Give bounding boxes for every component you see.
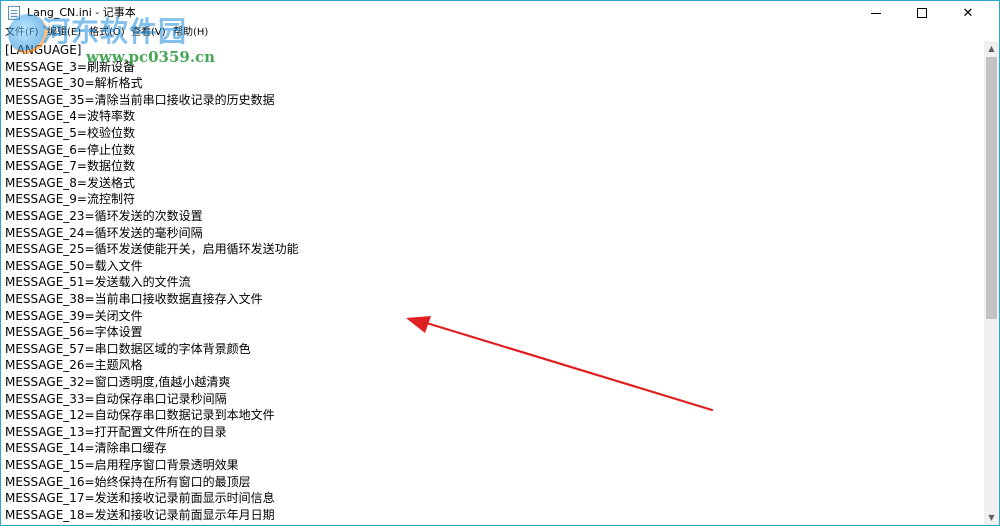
vertical-scrollbar[interactable]: ▲ ▼ (984, 41, 999, 525)
text-line[interactable]: MESSAGE_8=发送格式 (5, 175, 135, 192)
text-line[interactable]: MESSAGE_23=循环发送的次数设置 (5, 208, 203, 225)
text-line[interactable]: MESSAGE_12=自动保存串口数据记录到本地文件 (5, 407, 275, 424)
scrollbar-thumb[interactable] (986, 57, 997, 319)
text-line[interactable]: MESSAGE_32=窗口透明度,值越小越清爽 (5, 374, 230, 391)
text-line[interactable]: MESSAGE_5=校验位数 (5, 125, 135, 142)
menu-view[interactable]: 查看(V) (131, 26, 166, 40)
text-line[interactable]: MESSAGE_14=清除串口缓存 (5, 440, 167, 457)
text-line[interactable]: MESSAGE_57=串口数据区域的字体背景颜色 (5, 341, 251, 358)
close-icon: ✕ (962, 5, 974, 21)
menu-edit[interactable]: 编辑(E) (47, 26, 81, 40)
menu-bar: 文件(F) 编辑(E) 格式(O) 查看(V) 帮助(H) (1, 25, 999, 41)
text-line[interactable]: MESSAGE_39=关闭文件 (5, 308, 143, 325)
title-bar[interactable]: Lang_CN.ini - 记事本 ✕ (1, 1, 999, 25)
text-line[interactable]: MESSAGE_3=刷新设备 (5, 59, 135, 76)
menu-format[interactable]: 格式(O) (89, 26, 125, 40)
close-button[interactable]: ✕ (945, 1, 991, 25)
text-line[interactable]: MESSAGE_33=自动保存串口记录秒间隔 (5, 391, 227, 408)
text-editor-area[interactable]: [LANGUAGE] MESSAGE_3=刷新设备 MESSAGE_30=解析格式 M… (1, 41, 984, 525)
notepad-app-icon[interactable] (8, 6, 20, 20)
text-line[interactable]: MESSAGE_51=发送载入的文件流 (5, 274, 191, 291)
text-line[interactable]: MESSAGE_50=载入文件 (5, 258, 143, 275)
chevron-up-icon[interactable]: ▲ (984, 41, 999, 56)
menu-help[interactable]: 帮助(H) (173, 26, 208, 40)
text-line[interactable]: MESSAGE_4=波特率数 (5, 108, 135, 125)
text-line[interactable]: MESSAGE_24=循环发送的毫秒间隔 (5, 225, 203, 242)
chevron-down-icon[interactable]: ▼ (984, 510, 999, 525)
maximize-icon (917, 8, 927, 18)
text-line[interactable]: MESSAGE_30=解析格式 (5, 75, 143, 92)
minimize-button[interactable] (853, 1, 899, 25)
text-line[interactable]: MESSAGE_56=字体设置 (5, 324, 143, 341)
notepad-window: Lang_CN.ini - 记事本 ✕ 文件(F) 编辑(E) 格式(O) 查看… (0, 0, 1000, 526)
text-line[interactable]: MESSAGE_17=发送和接收记录前面显示时间信息 (5, 490, 275, 507)
window-title: Lang_CN.ini - 记事本 (27, 6, 136, 19)
text-line[interactable]: MESSAGE_18=发送和接收记录前面显示年月日期 (5, 507, 275, 524)
text-line[interactable]: [LANGUAGE] (5, 42, 81, 59)
text-line[interactable]: MESSAGE_7=数据位数 (5, 158, 135, 175)
text-line[interactable]: MESSAGE_6=停止位数 (5, 142, 135, 159)
maximize-button[interactable] (899, 1, 945, 25)
menu-file[interactable]: 文件(F) (5, 26, 39, 40)
text-line[interactable]: MESSAGE_35=清除当前串口接收记录的历史数据 (5, 92, 275, 109)
text-line[interactable]: MESSAGE_9=流控制符 (5, 191, 135, 208)
text-line[interactable]: MESSAGE_13=打开配置文件所在的目录 (5, 424, 227, 441)
minimize-icon (871, 12, 881, 14)
text-line[interactable]: MESSAGE_26=主题风格 (5, 357, 143, 374)
text-line[interactable]: MESSAGE_15=启用程序窗口背景透明效果 (5, 457, 239, 474)
text-line[interactable]: MESSAGE_25=循环发送使能开关，启用循环发送功能 (5, 241, 299, 258)
text-line[interactable]: MESSAGE_38=当前串口接收数据直接存入文件 (5, 291, 263, 308)
text-line[interactable]: MESSAGE_16=始终保持在所有窗口的最顶层 (5, 474, 251, 491)
